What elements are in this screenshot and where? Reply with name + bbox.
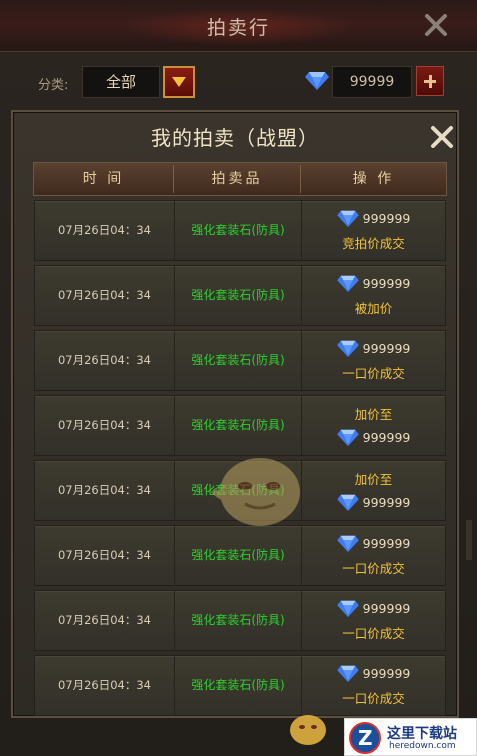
action-line: 一口价成交 xyxy=(302,621,445,643)
auction-item: 强化套装石(防具) xyxy=(191,418,285,432)
site-logo-icon xyxy=(349,722,381,754)
my-auction-dialog: 我的拍卖（战盟） 时 间 拍卖品 操 作 07月26日04：34 强化套装石(防具… xyxy=(11,110,459,718)
category-label: 分类: xyxy=(38,78,69,93)
auction-time: 07月26日04：34 xyxy=(57,483,152,497)
recharge-plus-button[interactable] xyxy=(416,66,444,96)
dialog-title: 我的拍卖（战盟） xyxy=(151,126,319,150)
table-row[interactable]: 07月26日04：34 强化套装石(防具) 999999 一口价成交 xyxy=(34,330,446,391)
table-row[interactable]: 07月26日04：34 强化套装石(防具) 999999 一口价成交 xyxy=(34,525,446,586)
auction-action-cell: 999999 一口价成交 xyxy=(302,656,445,715)
price-amount: 999999 xyxy=(362,275,411,291)
action-line: 999999 xyxy=(302,597,445,619)
table-row[interactable]: 07月26日04：34 强化套装石(防具) 999999 一口价成交 xyxy=(34,590,446,651)
window-close-icon[interactable] xyxy=(421,10,451,40)
auction-time: 07月26日04：34 xyxy=(57,613,152,627)
auction-status: 一口价成交 xyxy=(342,690,405,706)
diamond-icon xyxy=(336,664,359,682)
scrollbar[interactable] xyxy=(466,520,472,560)
auction-action-cell: 999999 一口价成交 xyxy=(302,591,445,650)
diamond-icon xyxy=(336,274,359,292)
table-header: 时 间 拍卖品 操 作 xyxy=(33,162,447,196)
action-line: 999999 xyxy=(302,272,445,294)
auction-time: 07月26日04：34 xyxy=(57,223,152,237)
auction-status: 加价至 xyxy=(354,406,393,422)
table-row[interactable]: 07月26日04：34 强化套装石(防具) 加价至 999999 xyxy=(34,395,446,456)
diamond-icon xyxy=(336,599,359,617)
column-header-action: 操 作 xyxy=(352,171,395,187)
table-row[interactable]: 07月26日04：34 强化套装石(防具) 999999 被加价 xyxy=(34,265,446,326)
filter-row: 分类: 全部 99999 xyxy=(0,62,477,104)
auction-status: 竞拍价成交 xyxy=(342,235,405,251)
diamond-icon xyxy=(336,534,359,552)
auction-status: 一口价成交 xyxy=(342,625,405,641)
action-line: 999999 xyxy=(302,426,445,448)
diamond-icon xyxy=(336,428,359,446)
action-line: 999999 xyxy=(302,337,445,359)
action-line: 999999 xyxy=(302,662,445,684)
diamond-icon xyxy=(336,493,359,511)
watermark-name: 这里下载站 xyxy=(387,726,457,742)
price-amount: 999999 xyxy=(362,494,411,510)
window-title: 拍卖行 xyxy=(206,17,270,39)
watermark-badge: 这里下载站 heredown.com xyxy=(344,718,477,756)
action-line: 加价至 xyxy=(302,467,445,489)
price-amount: 999999 xyxy=(362,600,411,616)
price-amount: 999999 xyxy=(362,210,411,226)
auction-status: 一口价成交 xyxy=(342,560,405,576)
action-line: 999999 xyxy=(302,491,445,513)
action-line: 999999 xyxy=(302,532,445,554)
action-line: 一口价成交 xyxy=(302,361,445,383)
auction-item: 强化套装石(防具) xyxy=(191,548,285,562)
category-dropdown-button[interactable] xyxy=(163,66,195,98)
auction-status: 被加价 xyxy=(354,300,393,316)
action-line: 加价至 xyxy=(302,402,445,424)
chevron-down-icon xyxy=(172,77,186,87)
price-amount: 999999 xyxy=(362,340,411,356)
table-row[interactable]: 07月26日04：34 强化套装石(防具) 999999 一口价成交 xyxy=(34,655,446,716)
auction-action-cell: 加价至 999999 xyxy=(302,396,445,455)
action-line: 被加价 xyxy=(302,296,445,318)
auction-item: 强化套装石(防具) xyxy=(191,288,285,302)
title-bar: 拍卖行 xyxy=(0,0,477,52)
auction-item: 强化套装石(防具) xyxy=(191,613,285,627)
action-line: 一口价成交 xyxy=(302,686,445,708)
auction-item: 强化套装石(防具) xyxy=(191,353,285,367)
diamond-icon xyxy=(336,339,359,357)
auction-time: 07月26日04：34 xyxy=(57,548,152,562)
auction-item: 强化套装石(防具) xyxy=(191,223,285,237)
auction-action-cell: 加价至 999999 xyxy=(302,461,445,520)
auction-item: 强化套装石(防具) xyxy=(191,678,285,692)
auction-status: 一口价成交 xyxy=(342,365,405,381)
auction-time: 07月26日04：34 xyxy=(57,288,152,302)
auction-action-cell: 999999 被加价 xyxy=(302,266,445,325)
watermark-mascot-small xyxy=(283,708,333,748)
auction-action-cell: 999999 一口价成交 xyxy=(302,331,445,390)
watermark-url: heredown.com xyxy=(389,741,456,751)
action-line: 999999 xyxy=(302,207,445,229)
column-header-time: 时 间 xyxy=(82,171,125,187)
category-select[interactable]: 全部 xyxy=(82,66,160,98)
dialog-close-icon[interactable] xyxy=(429,124,455,150)
action-line: 一口价成交 xyxy=(302,556,445,578)
auction-action-cell: 999999 竞拍价成交 xyxy=(302,201,445,260)
action-line: 竞拍价成交 xyxy=(302,231,445,253)
diamond-icon xyxy=(305,70,329,94)
diamond-balance: 99999 xyxy=(332,66,412,98)
auction-time: 07月26日04：34 xyxy=(57,678,152,692)
price-amount: 999999 xyxy=(362,535,411,551)
column-header-item: 拍卖品 xyxy=(211,171,263,187)
auction-time: 07月26日04：34 xyxy=(57,353,152,367)
diamond-icon xyxy=(336,209,359,227)
watermark-mascot xyxy=(205,452,315,532)
table-row[interactable]: 07月26日04：34 强化套装石(防具) 999999 竞拍价成交 xyxy=(34,200,446,261)
auction-time: 07月26日04：34 xyxy=(57,418,152,432)
auction-action-cell: 999999 一口价成交 xyxy=(302,526,445,585)
price-amount: 999999 xyxy=(362,665,411,681)
auction-status: 加价至 xyxy=(354,471,393,487)
price-amount: 999999 xyxy=(362,429,411,445)
